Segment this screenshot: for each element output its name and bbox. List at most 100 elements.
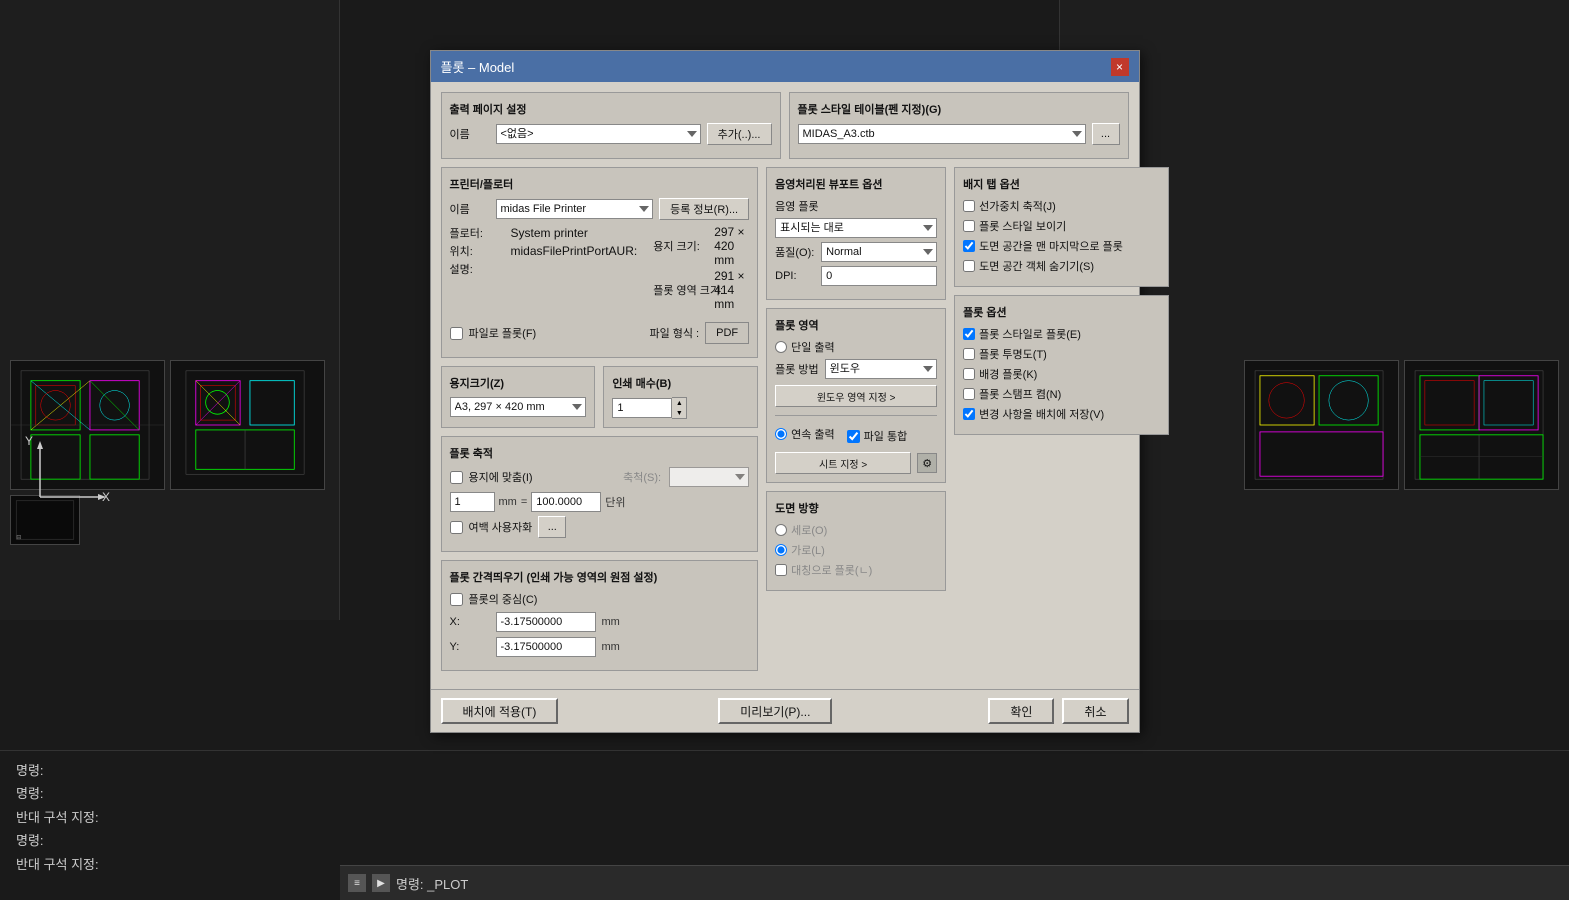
file-plot-checkbox[interactable] [450, 327, 463, 340]
description-label: 설명: [450, 261, 505, 277]
landscape-label: 가로(L) [791, 542, 831, 558]
custom-scale-checkbox[interactable] [450, 521, 463, 534]
reverse-plot-checkbox[interactable] [775, 564, 787, 576]
x-unit-label: mm [602, 616, 620, 628]
print-scale-section: 인쇄 매수(B) ▲ ▼ [603, 366, 758, 428]
page-setup-title: 출력 페이지 설정 [450, 101, 772, 117]
plot-opt3-label: 배경 플롯(K) [979, 366, 1037, 382]
quality-combo[interactable]: Normal [821, 242, 937, 262]
preview-button[interactable]: 미리보기(P)... [718, 698, 832, 724]
plot-dialog: 플롯 – Model × 출력 페이지 설정 이름 <없음> 추가(..)... [430, 50, 1140, 733]
single-output-radio[interactable] [775, 341, 787, 353]
layout-opt4-checkbox[interactable] [963, 260, 975, 272]
plot-opt3-checkbox[interactable] [963, 368, 975, 380]
layout-opt2-checkbox[interactable] [963, 220, 975, 232]
y-unit-label: mm [602, 641, 620, 653]
fit-to-paper-checkbox[interactable] [450, 471, 463, 484]
center-plot-checkbox[interactable] [450, 593, 463, 606]
file-merge-checkbox[interactable] [847, 430, 860, 443]
dialog-footer: 배치에 적용(T) 미리보기(P)... 확인 취소 [431, 689, 1139, 732]
style-table-section: 플롯 스타일 테이블(펜 지정)(G) MIDAS_A3.ctb ... [789, 92, 1129, 159]
dialog-body: 출력 페이지 설정 이름 <없음> 추가(..)... 플롯 스타일 테이블(펜… [431, 82, 1139, 689]
sheet-set-button[interactable]: 시트 지정 > [775, 452, 911, 474]
plot-method-combo[interactable]: 윈도우 [825, 359, 937, 379]
apply-to-layout-button[interactable]: 배치에 적용(T) [441, 698, 559, 724]
center-plot-label: 플롯의 중심(C) [469, 591, 538, 607]
printer-section: 프린터/플로터 이름 midas File Printer 등록 정보(R)..… [441, 167, 759, 358]
axis-value1-input[interactable] [450, 492, 495, 512]
layout-opt1-checkbox[interactable] [963, 200, 975, 212]
scale-up-button[interactable]: ▲ [672, 398, 686, 408]
plotter-value: System printer [511, 226, 588, 240]
paper-size-section-title: 용지크기(Z) [450, 375, 587, 391]
custom-dots-button[interactable]: ... [538, 516, 566, 538]
style-table-combo[interactable]: MIDAS_A3.ctb [798, 124, 1086, 144]
plot-area-section-title: 플롯 영역 [775, 317, 937, 333]
location-value: midasFilePrintPortAUR: [511, 244, 638, 258]
file-merge-label: 파일 통합 [864, 428, 908, 444]
plot-opt2-checkbox[interactable] [963, 348, 975, 360]
quality-label: 품질(O): [775, 244, 815, 260]
continuous-label: 연속 출력 [791, 426, 835, 442]
name-label: 이름 [450, 126, 490, 142]
print-scale-title: 인쇄 매수(B) [612, 375, 749, 391]
printer-name-label: 이름 [450, 201, 490, 217]
pdf-button[interactable]: PDF [705, 322, 749, 344]
dialog-backdrop: 플롯 – Model × 출력 페이지 설정 이름 <없음> 추가(..)... [0, 0, 1569, 900]
style-table-dots-button[interactable]: ... [1092, 123, 1120, 145]
reverse-label: 대칭으로 플롯(ㄴ) [791, 562, 872, 578]
paper-size-label: 용지 크기: [653, 238, 708, 254]
plot-area-label: 플롯 영역 크기: [653, 282, 708, 298]
gear-icon[interactable]: ⚙ [917, 453, 937, 473]
layout-opt2-label: 플롯 스타일 보이기 [979, 218, 1066, 234]
scale-down-button[interactable]: ▼ [672, 408, 686, 418]
add-setup-button[interactable]: 추가(..)... [707, 123, 772, 145]
file-plot-label: 파일로 플롯(F) [469, 325, 537, 341]
portrait-radio[interactable] [775, 524, 787, 536]
dpi-input[interactable] [821, 266, 937, 286]
y-value-input[interactable] [496, 637, 596, 657]
axis-value2-input[interactable] [531, 492, 601, 512]
plot-opt4-checkbox[interactable] [963, 388, 975, 400]
paper-size-value: 297 × 420 mm [714, 225, 749, 267]
layout-opt1-label: 선가중치 축적(J) [979, 198, 1056, 214]
plot-opt5-checkbox[interactable] [963, 408, 975, 420]
paper-size-combo[interactable]: A3, 297 × 420 mm [450, 397, 587, 417]
print-scale-input[interactable] [612, 398, 672, 418]
dialog-titlebar: 플롯 – Model × [431, 51, 1139, 82]
plot-axis-section: 플롯 축적 용지에 맞춤(I) 축척(S): mm [441, 436, 759, 552]
layout-tab-title: 배지 탭 옵션 [963, 176, 1160, 192]
shade-plot-label: 음영 플롯 [775, 198, 819, 214]
printer-section-title: 프린터/플로터 [450, 176, 750, 192]
paper-size-section: 용지크기(Z) A3, 297 × 420 mm [441, 366, 596, 428]
layout-opt3-checkbox[interactable] [963, 240, 975, 252]
plotter-label: 플로터: [450, 225, 505, 241]
window-set-button[interactable]: 윈도우 영역 지정 > [775, 385, 937, 407]
x-value-input[interactable] [496, 612, 596, 632]
custom-scale-label: 여백 사용자화 [469, 519, 533, 535]
plot-method-label: 플롯 방법 [775, 361, 819, 377]
plot-opt4-label: 플롯 스탬프 켬(N) [979, 386, 1061, 402]
landscape-radio[interactable] [775, 544, 787, 556]
dialog-close-button[interactable]: × [1111, 58, 1129, 76]
shade-plot-combo[interactable]: 표시되는 대로 [775, 218, 937, 238]
cancel-button[interactable]: 취소 [1062, 698, 1128, 724]
plot-opt1-checkbox[interactable] [963, 328, 975, 340]
x-label: X: [450, 616, 490, 628]
printer-combo[interactable]: midas File Printer [496, 199, 654, 219]
reg-info-button[interactable]: 등록 정보(R)... [659, 198, 749, 220]
layout-opt4-label: 도면 공간 객체 숨기기(S) [979, 258, 1094, 274]
y-label: Y: [450, 641, 490, 653]
dialog-title: 플롯 – Model [441, 57, 515, 76]
direction-section: 도면 방향 세로(O) 가로(L) 대칭으로 플롯(ㄴ) [766, 491, 946, 591]
plot-axis-title: 플롯 축적 [450, 445, 750, 461]
continuous-output-radio[interactable] [775, 428, 787, 440]
plot-opt2-label: 플롯 투명도(T) [979, 346, 1047, 362]
ok-button[interactable]: 확인 [988, 698, 1054, 724]
style-table-title: 플롯 스타일 테이블(펜 지정)(G) [798, 101, 1120, 117]
location-label: 위치: [450, 243, 505, 259]
page-setup-section: 출력 페이지 설정 이름 <없음> 추가(..)... [441, 92, 781, 159]
axis-unit2-label: 단위 [605, 494, 625, 510]
page-setup-name-combo[interactable]: <없음> [496, 124, 701, 144]
layout-tab-section: 배지 탭 옵션 선가중치 축적(J) 플롯 스타일 보이기 도면 공간을 맨 마… [954, 167, 1169, 287]
